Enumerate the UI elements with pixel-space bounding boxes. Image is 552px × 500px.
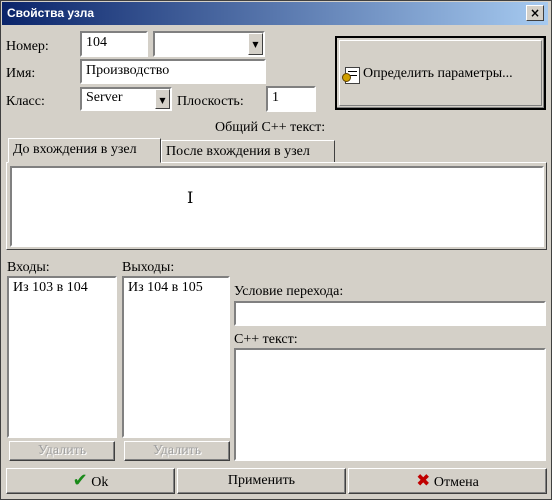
define-params-label: Определить параметры...: [363, 66, 513, 81]
title-bar[interactable]: Свойства узла ×: [2, 2, 548, 25]
inputs-list[interactable]: Из 103 в 104: [7, 276, 117, 438]
check-icon: ✔: [72, 470, 88, 491]
close-button[interactable]: ×: [526, 5, 544, 21]
list-item[interactable]: Из 104 в 105: [128, 280, 203, 296]
plane-input[interactable]: 1: [266, 86, 316, 112]
inputs-label: Входы:: [7, 260, 50, 275]
ok-label: Ok: [91, 475, 109, 490]
params-icon: [342, 67, 360, 84]
text-cursor-icon: I: [187, 188, 194, 207]
common-cpp-label: Общий С++ текст:: [215, 120, 326, 135]
name-input[interactable]: Производство: [80, 59, 266, 84]
apply-button[interactable]: Применить: [177, 468, 346, 494]
cancel-label: Отмена: [433, 475, 479, 490]
name-label: Имя:: [6, 66, 36, 81]
cancel-icon: ✖: [416, 471, 431, 491]
number-combo[interactable]: ▼: [153, 31, 265, 57]
transition-label: Условие перехода:: [234, 284, 344, 299]
define-params-button[interactable]: Определить параметры...: [335, 36, 546, 110]
chevron-down-icon[interactable]: ▼: [155, 89, 170, 109]
cancel-button[interactable]: ✖ Отмена: [348, 468, 547, 494]
transition-input[interactable]: [234, 301, 546, 326]
class-label: Класс:: [6, 94, 45, 109]
outputs-list[interactable]: Из 104 в 105: [122, 276, 230, 438]
ok-button[interactable]: ✔ Ok: [6, 468, 175, 494]
cpp-text-label: С++ текст:: [234, 332, 298, 347]
list-item[interactable]: Из 103 в 104: [13, 280, 88, 296]
common-cpp-textarea[interactable]: I: [10, 166, 544, 247]
number-input[interactable]: 104: [80, 31, 148, 57]
plane-label: Плоскость:: [177, 94, 244, 109]
cpp-textarea[interactable]: [234, 348, 546, 461]
tab-before-entry[interactable]: До вхождения в узел: [8, 138, 161, 163]
apply-label: Применить: [227, 473, 296, 488]
chevron-down-icon[interactable]: ▼: [248, 33, 263, 55]
class-select[interactable]: Server ▼: [80, 87, 172, 111]
delete-output-button[interactable]: Удалить: [124, 441, 230, 461]
tab-after-entry[interactable]: После вхождения в узел: [161, 140, 335, 163]
outputs-label: Выходы:: [122, 260, 175, 275]
window-title: Свойства узла: [7, 6, 94, 20]
delete-input-button[interactable]: Удалить: [9, 441, 115, 461]
node-properties-dialog: Свойства узла × Номер: 104 ▼ Имя: Произв…: [0, 0, 552, 500]
number-label: Номер:: [6, 39, 49, 54]
